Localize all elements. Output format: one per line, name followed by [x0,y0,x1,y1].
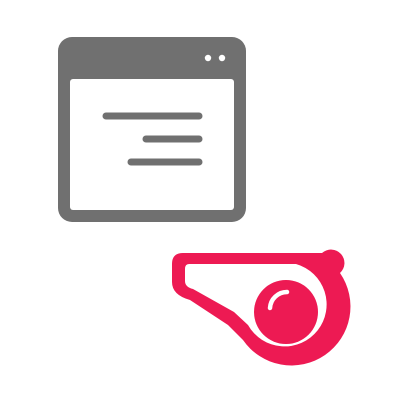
whistle-ball [254,280,318,344]
window-content-area [70,79,234,210]
window-dot-2 [218,54,226,62]
whistle-icon [172,249,351,366]
window-dot-1 [204,54,212,62]
icon-canvas [0,0,400,400]
browser-window-icon [58,37,246,222]
icon-artwork [58,37,351,366]
